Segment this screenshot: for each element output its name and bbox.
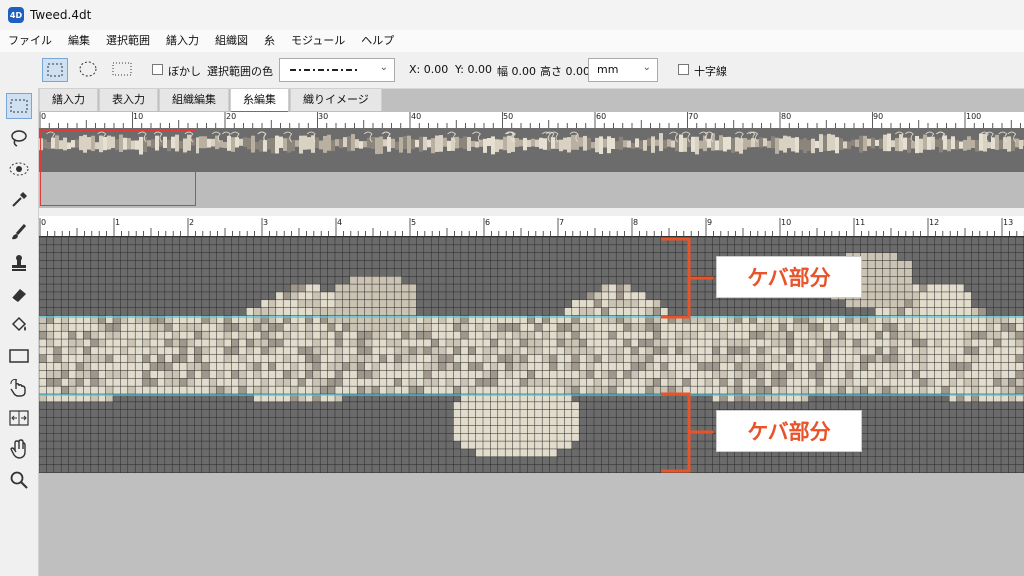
tab-weave-edit[interactable]: 組織編集 bbox=[159, 88, 229, 111]
menu-weave-diagram[interactable]: 組織図 bbox=[207, 30, 256, 52]
crosshair-label: 十字線 bbox=[694, 65, 727, 78]
unit-dropdown[interactable]: mm ⌄ bbox=[588, 58, 658, 82]
options-toolbar: ぼかし 選択範囲の色 ⌄ X: 0.00 Y: 0.00 幅 0.00 高さ 0… bbox=[0, 52, 1024, 89]
selection-color-label: 選択範囲の色 bbox=[207, 65, 273, 78]
menu-help[interactable]: ヘルプ bbox=[353, 30, 402, 52]
ruler-label: 11 bbox=[855, 218, 866, 227]
editor-tabs: 繕入力 表入力 組織編集 糸編集 織りイメージ bbox=[39, 88, 383, 113]
ruler-label: 90 bbox=[873, 112, 884, 121]
app-icon: 4D bbox=[8, 7, 24, 23]
ruler-label: 12 bbox=[929, 218, 940, 227]
ruler-label: 7 bbox=[559, 218, 565, 227]
menu-edit[interactable]: 編集 bbox=[60, 30, 98, 52]
ruler-label: 3 bbox=[263, 218, 269, 227]
crosshair-checkbox[interactable] bbox=[678, 64, 689, 75]
y-coordinate: Y: 0.00 bbox=[455, 63, 492, 76]
ruler-label: 4 bbox=[337, 218, 343, 227]
ruler-label: 100 bbox=[966, 112, 982, 121]
ruler-label: 50 bbox=[503, 112, 514, 121]
nap-annotation-top: ケバ部分 bbox=[716, 256, 862, 298]
fill-bucket-icon[interactable] bbox=[6, 312, 32, 338]
pointer-hand-icon[interactable] bbox=[6, 374, 32, 400]
ruler-label: 13 bbox=[1003, 218, 1014, 227]
ruler-label: 60 bbox=[596, 112, 607, 121]
tab-weave-image[interactable]: 織りイメージ bbox=[290, 88, 382, 111]
eyedropper-icon[interactable] bbox=[6, 187, 32, 213]
tab-weave-input[interactable]: 繕入力 bbox=[39, 88, 98, 111]
menu-bar: ファイル 編集 選択範囲 繕入力 組織図 糸 モジュール ヘルプ bbox=[0, 30, 1024, 52]
title-bar: 4D Tweed.4dt bbox=[0, 0, 1024, 30]
yarn-edit-panel: 0 1 2 3 4 5 6 7 8 9 10 11 12 13 ケバ部分 ケバ部… bbox=[39, 216, 1024, 576]
rect-select-icon[interactable] bbox=[6, 93, 32, 119]
panel-divider[interactable] bbox=[39, 208, 1024, 216]
ruler-label: 6 bbox=[485, 218, 491, 227]
menu-module[interactable]: モジュール bbox=[283, 30, 353, 52]
detail-ruler-ticks bbox=[39, 218, 1024, 236]
tab-table-input[interactable]: 表入力 bbox=[99, 88, 158, 111]
menu-yarn[interactable]: 糸 bbox=[256, 30, 283, 52]
tool-palette bbox=[0, 88, 39, 576]
ruler-label: 1 bbox=[115, 218, 121, 227]
ruler-label: 8 bbox=[633, 218, 639, 227]
tab-yarn-edit[interactable]: 糸編集 bbox=[230, 88, 289, 113]
nap-annotation-bottom: ケバ部分 bbox=[716, 410, 862, 452]
height-value: 高さ 0.00 bbox=[540, 65, 590, 78]
ruler-label: 10 bbox=[781, 218, 792, 227]
ruler-label: 5 bbox=[411, 218, 417, 227]
hand-icon[interactable] bbox=[6, 436, 32, 462]
selection-color-dropdown[interactable]: ⌄ bbox=[279, 58, 395, 82]
ellipse-select-icon[interactable] bbox=[76, 58, 102, 82]
ruler-label: 2 bbox=[189, 218, 195, 227]
eye-select-icon[interactable] bbox=[6, 156, 32, 182]
move-icon[interactable] bbox=[6, 405, 32, 431]
ruler-label: 9 bbox=[707, 218, 713, 227]
rect-select-icon[interactable] bbox=[42, 58, 68, 82]
dotted-rect-select-icon[interactable] bbox=[110, 58, 136, 82]
window-title: Tweed.4dt bbox=[30, 8, 92, 22]
detail-ruler: 0 1 2 3 4 5 6 7 8 9 10 11 12 13 bbox=[39, 216, 1024, 237]
ruler-label: 0 bbox=[41, 218, 47, 227]
ruler-label: 80 bbox=[781, 112, 792, 121]
width-value: 幅 0.00 bbox=[497, 65, 536, 78]
lasso-icon[interactable] bbox=[6, 125, 32, 151]
blur-checkbox[interactable] bbox=[152, 64, 163, 75]
ruler-label: 20 bbox=[226, 112, 237, 121]
stamp-icon[interactable] bbox=[6, 250, 32, 276]
chevron-down-icon: ⌄ bbox=[379, 62, 388, 73]
ruler-label: 0 bbox=[41, 112, 47, 121]
chevron-down-icon: ⌄ bbox=[642, 62, 651, 73]
rectangle-icon[interactable] bbox=[6, 343, 32, 369]
brush-icon[interactable] bbox=[6, 219, 32, 245]
menu-selection[interactable]: 選択範囲 bbox=[98, 30, 158, 52]
ruler-label: 30 bbox=[318, 112, 329, 121]
menu-weave-input[interactable]: 繕入力 bbox=[158, 30, 207, 52]
overview-panel: 0 10 20 30 40 50 60 70 80 90 100 bbox=[39, 112, 1024, 208]
menu-file[interactable]: ファイル bbox=[0, 30, 60, 52]
overview-ruler: 0 10 20 30 40 50 60 70 80 90 100 bbox=[39, 112, 1024, 129]
unit-value: mm bbox=[597, 63, 619, 76]
ruler-label: 10 bbox=[133, 112, 144, 121]
viewport-indicator[interactable] bbox=[40, 130, 196, 206]
ruler-label: 70 bbox=[688, 112, 699, 121]
blur-label: ぼかし bbox=[168, 65, 201, 78]
eraser-icon[interactable] bbox=[6, 281, 32, 307]
zoom-icon[interactable] bbox=[6, 467, 32, 493]
x-coordinate: X: 0.00 bbox=[409, 63, 449, 76]
ruler-label: 40 bbox=[411, 112, 422, 121]
yarn-grid-canvas[interactable] bbox=[39, 237, 1024, 473]
